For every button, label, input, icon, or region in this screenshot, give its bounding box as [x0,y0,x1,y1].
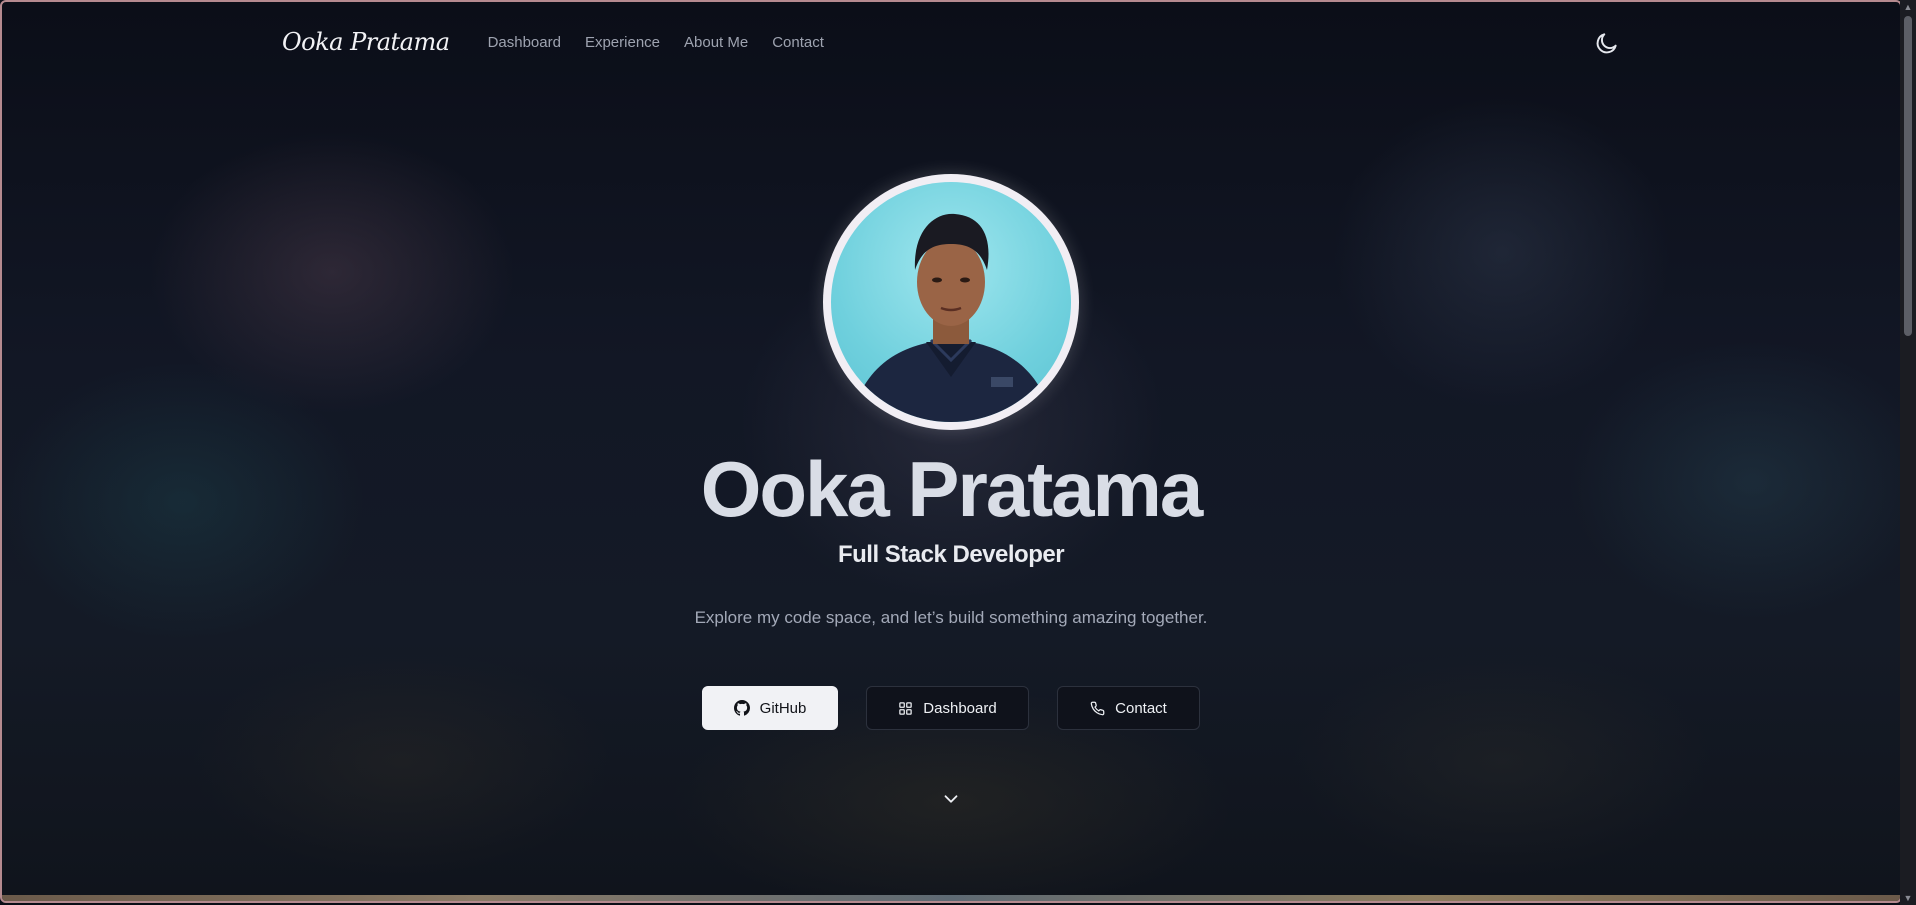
grid-icon [899,701,913,715]
scrollbar-thumb[interactable] [1904,16,1912,336]
contact-button[interactable]: Contact [1057,686,1200,730]
hero-button-row: GitHub Dashboard Contact [702,686,1200,730]
hero-tagline: Explore my code space, and let’s build s… [694,608,1208,627]
dashboard-button-label: Dashboard [923,699,997,717]
nav-link-contact[interactable]: Contact [772,34,824,51]
page-scrollbar[interactable]: ▲ ▼ [1900,0,1916,905]
github-button[interactable]: GitHub [702,686,838,730]
contact-button-label: Contact [1115,699,1167,717]
scroll-down-arrow-icon[interactable]: ▼ [1900,891,1916,905]
top-navbar: Ooka Pratama Dashboard Experience About … [282,24,1620,60]
chevron-down-icon[interactable] [940,788,962,810]
nav-link-experience[interactable]: Experience [585,34,660,51]
site-logo[interactable]: Ooka Pratama [282,28,450,56]
page-background: Ooka Pratama Dashboard Experience About … [0,0,1902,903]
bottom-edge-strip [2,895,1900,901]
profile-avatar-ring [823,174,1079,430]
hero-role: Full Stack Developer [837,541,1065,568]
github-button-label: GitHub [759,699,807,717]
moon-icon[interactable] [1594,30,1620,56]
nav-link-dashboard[interactable]: Dashboard [488,34,561,51]
phone-icon [1090,701,1105,715]
nav-link-about-me[interactable]: About Me [684,34,748,51]
hero-name: Ooka Pratama [700,445,1204,533]
github-icon [733,700,750,716]
profile-avatar [831,182,1071,422]
dashboard-button[interactable]: Dashboard [866,686,1029,730]
scroll-up-arrow-icon[interactable]: ▲ [1900,0,1916,14]
